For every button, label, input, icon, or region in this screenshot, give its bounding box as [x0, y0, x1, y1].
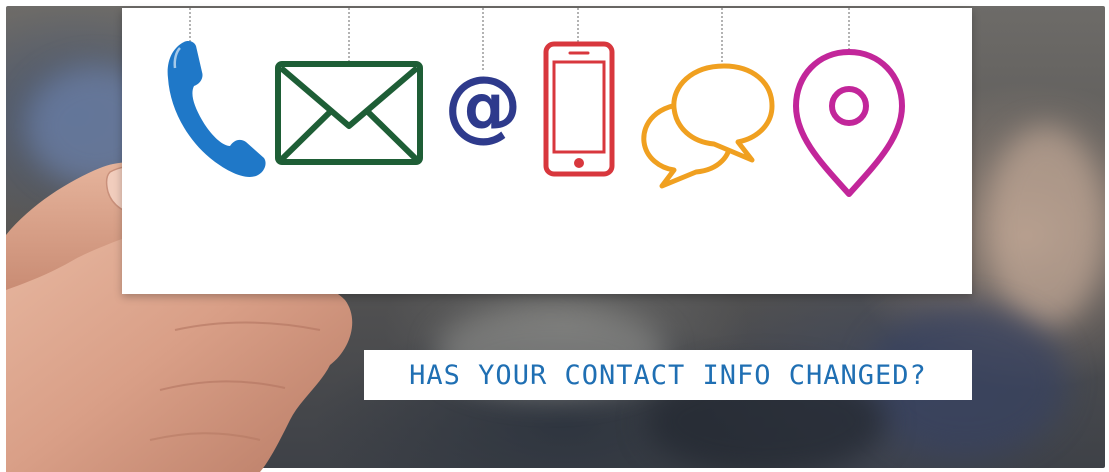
phone-icon [167, 41, 266, 177]
caption-box: HAS YOUR CONTACT INFO CHANGED? [364, 350, 972, 400]
caption-text: HAS YOUR CONTACT INFO CHANGED? [409, 359, 927, 391]
contact-info-banner: @ HAS YOUR CONTACT INFO CHANGED? [0, 0, 1109, 472]
chat-bubbles-icon [641, 63, 775, 189]
at-sign-icon: @ [444, 61, 522, 151]
contact-card: @ [122, 8, 972, 294]
envelope-icon [275, 61, 423, 165]
svg-text:@: @ [444, 61, 522, 151]
map-pin-icon [793, 49, 905, 197]
hanging-icons: @ [167, 8, 905, 197]
mobile-phone-icon [543, 41, 615, 177]
